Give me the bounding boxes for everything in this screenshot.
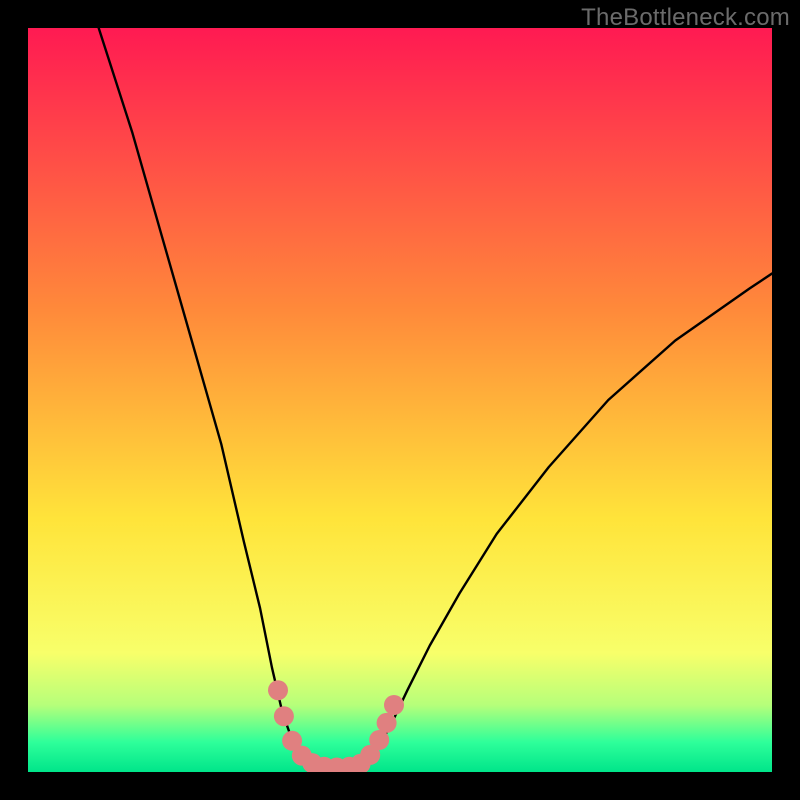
curve-marker (274, 706, 294, 726)
outer-frame: TheBottleneck.com (0, 0, 800, 800)
curve-marker (384, 695, 404, 715)
curve-marker (369, 730, 389, 750)
plot-area (28, 28, 772, 772)
curve-marker (268, 680, 288, 700)
bottleneck-curve-chart (28, 28, 772, 772)
gradient-background (28, 28, 772, 772)
curve-marker (377, 713, 397, 733)
